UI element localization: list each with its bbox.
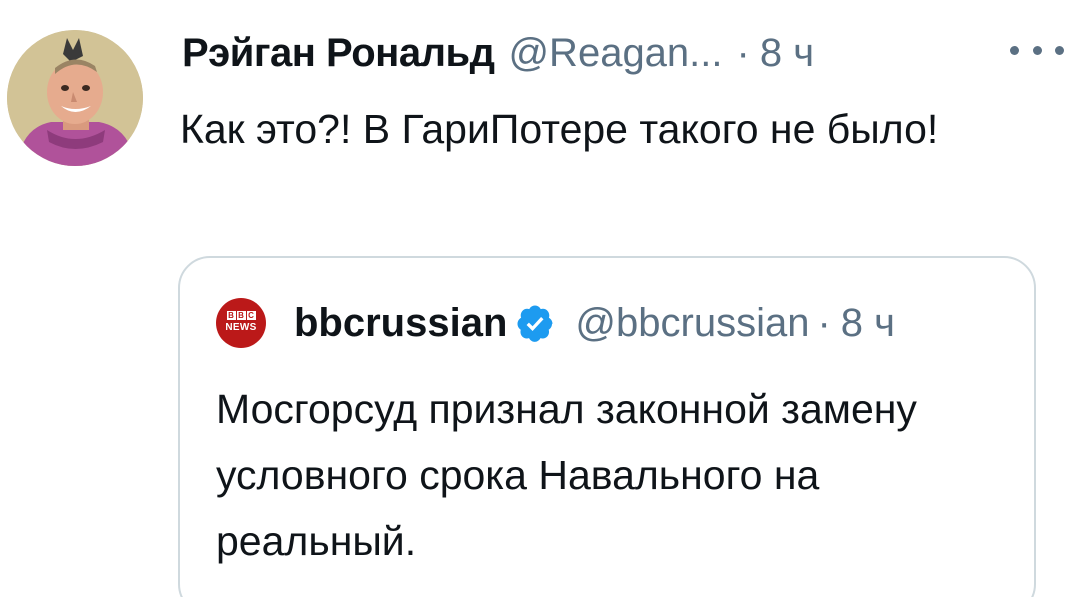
bbc-news-logo-icon: B B C NEWS: [225, 311, 257, 333]
quoted-tweet-header: B B C NEWS bbcrussian @bbcrussian · 8 ч: [216, 298, 895, 348]
bbc-logo-letter: B: [236, 311, 246, 320]
tweet-header: Рэйган Рональд @Reagan... · 8 ч: [182, 28, 814, 78]
avatar[interactable]: [7, 30, 143, 166]
quoted-display-name[interactable]: bbcrussian: [294, 301, 507, 346]
bbc-logo-news-text: NEWS: [225, 322, 257, 333]
quoted-timestamp[interactable]: 8 ч: [841, 301, 895, 346]
more-dot: [1010, 45, 1019, 55]
quoted-avatar[interactable]: B B C NEWS: [216, 298, 266, 348]
user-handle[interactable]: @Reagan...: [508, 31, 722, 76]
more-dot: [1032, 45, 1042, 55]
quoted-separator-dot: ·: [817, 300, 831, 345]
bbc-logo-letter: B: [226, 311, 236, 320]
bbc-logo-letter: C: [246, 311, 256, 320]
timestamp[interactable]: 8 ч: [760, 31, 814, 76]
quoted-tweet-text: Мосгорсуд признал законной замену условн…: [216, 386, 917, 564]
separator-dot: ·: [736, 30, 750, 75]
more-horizontal-icon[interactable]: [1010, 36, 1064, 64]
verified-badge-icon: [517, 305, 553, 342]
display-name[interactable]: Рэйган Рональд: [182, 31, 495, 76]
avatar-portrait-image: [7, 30, 143, 166]
quoted-tweet[interactable]: B B C NEWS bbcrussian @bbcrussian · 8 ч …: [178, 256, 1036, 597]
quoted-user-handle[interactable]: @bbcrussian: [575, 301, 809, 346]
more-dot: [1055, 45, 1064, 55]
tweet-text: Как это?! В ГариПотере такого не было!: [180, 106, 939, 152]
tweet[interactable]: Рэйган Рональд @Reagan... · 8 ч Как это?…: [0, 0, 1080, 597]
